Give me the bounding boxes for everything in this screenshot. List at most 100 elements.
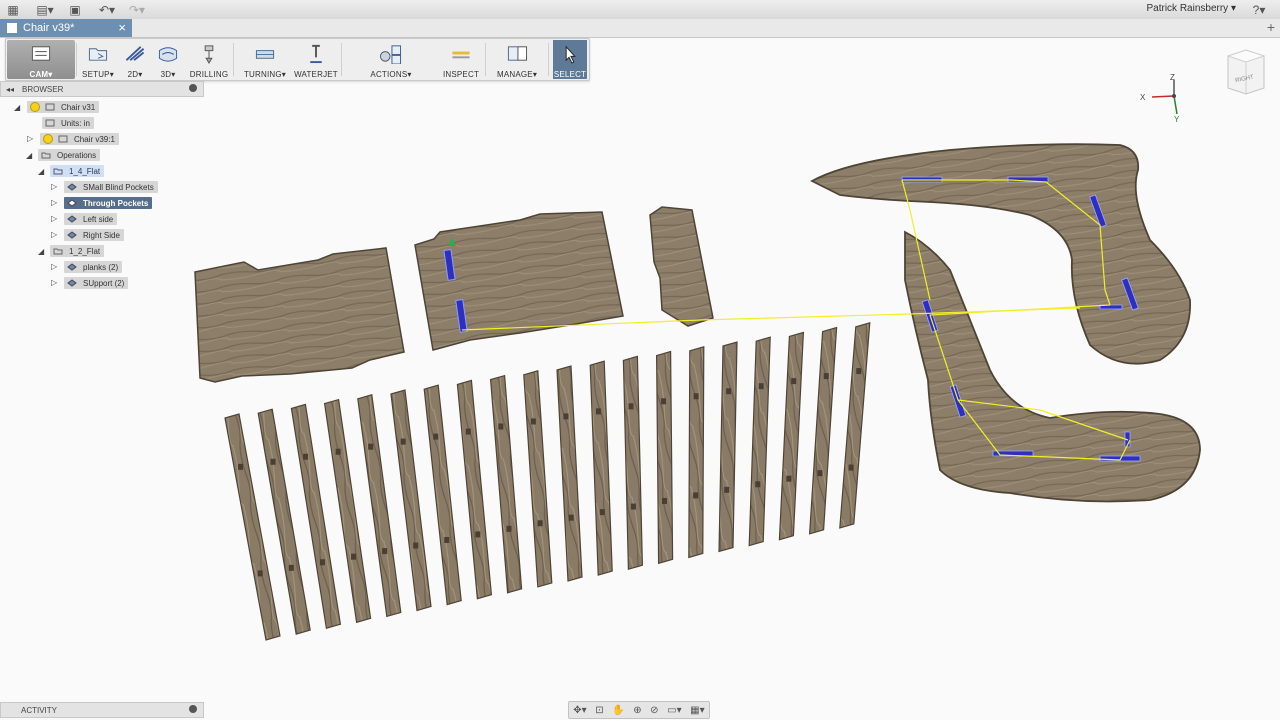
- ribbon-2d-button[interactable]: 2D▾: [120, 40, 150, 79]
- expand-icon[interactable]: ◢: [26, 151, 32, 160]
- ribbon-turning-button[interactable]: TURNING▾: [239, 40, 291, 79]
- ribbon-drilling-button[interactable]: DRILLING: [186, 40, 232, 79]
- tree-operation[interactable]: SMall Blind Pockets: [64, 181, 158, 193]
- cam-workspace-icon: [31, 46, 51, 61]
- pan-icon[interactable]: ✋: [612, 705, 624, 716]
- axis-triad: Z X Y: [1140, 73, 1180, 124]
- browser-header[interactable]: ◂◂ BROWSER: [0, 81, 204, 97]
- document-tab[interactable]: Chair v39* ×: [0, 19, 132, 37]
- plank-slot: [433, 433, 439, 440]
- ribbon-inspect-button[interactable]: INSPECT: [438, 40, 484, 79]
- redo-icon[interactable]: ↷▾: [126, 2, 148, 17]
- ribbon-manage-button[interactable]: MANAGE▾: [487, 40, 547, 79]
- look-at-icon[interactable]: ⊡: [595, 705, 603, 716]
- plank: [456, 379, 493, 600]
- tree-root[interactable]: Chair v31: [27, 101, 100, 113]
- ribbon-waterjet-button[interactable]: WATERJET: [292, 40, 340, 79]
- activity-header[interactable]: ACTIVITY: [0, 702, 204, 718]
- setup-icon: [53, 248, 63, 255]
- file-menu-icon[interactable]: ▤▾: [34, 2, 56, 17]
- plate-part-3: [649, 206, 714, 327]
- expand-icon[interactable]: ▷: [51, 262, 57, 271]
- expand-icon[interactable]: ◢: [38, 167, 44, 176]
- ribbon-cam-button[interactable]: CAM▾: [7, 40, 75, 79]
- undo-icon[interactable]: ↶▾: [96, 2, 118, 17]
- visibility-bulb-icon[interactable]: [30, 102, 40, 112]
- new-tab-plus-icon[interactable]: +: [1267, 19, 1275, 35]
- expand-icon[interactable]: ▷: [51, 230, 57, 239]
- plank-slot: [319, 559, 325, 566]
- tree-operation[interactable]: Right Side: [64, 229, 124, 241]
- plank-slot: [599, 509, 605, 516]
- ribbon-separator: [485, 43, 486, 76]
- tree-operation[interactable]: planks (2): [64, 261, 123, 273]
- tree-operation[interactable]: SUpport (2): [64, 277, 129, 289]
- pin-icon[interactable]: [189, 705, 197, 713]
- expand-icon[interactable]: ▷: [51, 278, 57, 287]
- tree-operations[interactable]: Operations: [38, 149, 101, 161]
- ribbon-turning-label: TURNING▾: [243, 70, 287, 79]
- pin-icon[interactable]: [189, 84, 197, 92]
- drill-icon: [204, 45, 214, 64]
- ribbon-setup-button[interactable]: SETUP▾: [78, 40, 118, 79]
- expand-icon[interactable]: ▷: [51, 182, 57, 191]
- plank-slot: [786, 475, 792, 482]
- tree-component[interactable]: Chair v39:1: [40, 133, 119, 145]
- expand-icon[interactable]: ▷: [51, 214, 57, 223]
- toolpath-operation-icon: [67, 183, 77, 191]
- collapse-panel-icon[interactable]: ◂◂: [6, 85, 14, 94]
- expand-icon[interactable]: ▷: [27, 134, 33, 143]
- visibility-bulb-icon[interactable]: [43, 134, 53, 144]
- setup-1-label: 1_4_Flat: [69, 166, 101, 176]
- display-settings-icon[interactable]: ▭▾: [667, 705, 681, 716]
- fit-icon[interactable]: ⊘: [650, 705, 658, 716]
- ribbon-3d-label: 3D▾: [160, 70, 176, 79]
- plank-slot: [303, 453, 309, 460]
- viewcube[interactable]: RIGHT: [1224, 46, 1266, 96]
- document-tab-title: Chair v39*: [23, 22, 75, 34]
- grid-settings-icon[interactable]: ▦▾: [690, 705, 704, 716]
- orbit-icon[interactable]: ✥▾: [573, 705, 586, 716]
- operation-label: Right Side: [83, 230, 120, 240]
- ribbon-actions-button[interactable]: ACTIONS▾: [346, 40, 436, 79]
- plank-slot: [630, 503, 636, 510]
- expand-icon[interactable]: ▷: [51, 198, 57, 207]
- plank: [748, 336, 771, 547]
- document-icon: [45, 103, 55, 111]
- toolpath-operation-icon: [67, 279, 77, 287]
- expand-icon[interactable]: ◢: [38, 247, 44, 256]
- plank-slot: [856, 368, 862, 375]
- canvas-viewport[interactable]: Z X Y: [0, 0, 1280, 720]
- plank-slot: [662, 497, 667, 504]
- setup-icon: [88, 48, 108, 61]
- plank: [655, 350, 674, 565]
- plank: [489, 374, 523, 594]
- close-icon[interactable]: ×: [118, 20, 126, 35]
- plate-part-1: [194, 247, 405, 383]
- setup-icon: [53, 168, 63, 175]
- tree-setup-1[interactable]: 1_4_Flat: [50, 165, 105, 177]
- tree-operation[interactable]: Through Pockets: [64, 197, 153, 209]
- waterjet-icon: [310, 44, 322, 64]
- plank: [718, 341, 738, 553]
- ribbon-separator: [548, 43, 549, 76]
- document-tab-bar: Chair v39* × +: [0, 19, 1280, 38]
- save-icon[interactable]: ▣: [68, 2, 82, 17]
- operations-label: Operations: [57, 150, 97, 160]
- document-icon: [7, 23, 17, 33]
- ribbon-3d-button[interactable]: 3D▾: [152, 40, 184, 79]
- expand-icon[interactable]: ◢: [14, 103, 20, 112]
- zoom-icon[interactable]: ⊕: [633, 705, 641, 716]
- plank: [839, 321, 871, 529]
- app-grid-icon[interactable]: ▦: [6, 2, 20, 17]
- app-title-bar: ▦ ▤▾ ▣ ↶▾ ↷▾ Patrick Rainsberry ▾ ?▾: [0, 0, 1280, 20]
- plank-slot: [506, 525, 512, 532]
- tree-setup-2[interactable]: 1_2_Flat: [50, 245, 105, 257]
- plank-slot: [661, 398, 667, 405]
- ribbon-select-button[interactable]: SELECT: [553, 40, 587, 79]
- plank-slot: [400, 438, 406, 445]
- help-icon[interactable]: ?▾: [1248, 2, 1270, 17]
- tree-units[interactable]: Units: in: [42, 117, 94, 129]
- user-account-menu[interactable]: Patrick Rainsberry ▾: [1146, 3, 1236, 14]
- tree-operation[interactable]: Left side: [64, 213, 118, 225]
